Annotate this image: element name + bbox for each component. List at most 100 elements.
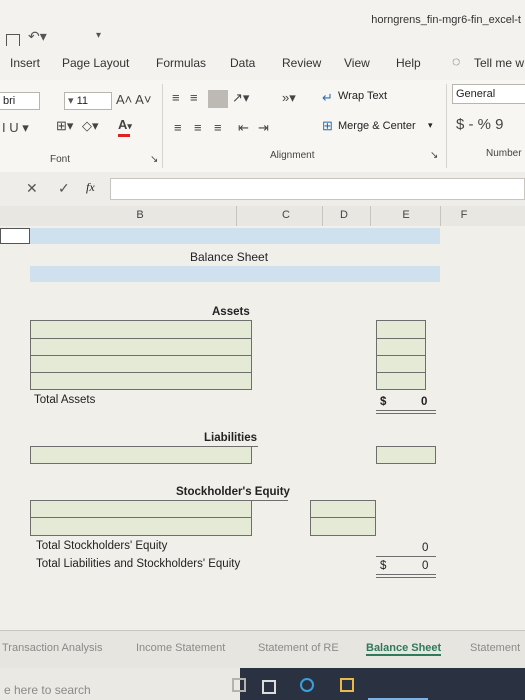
liabilities-amount-block[interactable] xyxy=(376,446,436,464)
grand-total-underline xyxy=(376,574,436,575)
app-icon[interactable] xyxy=(262,680,276,694)
top-align-icon[interactable]: ≡ xyxy=(172,90,180,105)
alignment-dialog-launcher-icon[interactable]: ↘ xyxy=(430,150,438,161)
assets-amount-block[interactable] xyxy=(376,320,426,390)
increase-indent-icon[interactable]: ⇥ xyxy=(258,120,269,136)
font-size-box[interactable]: ▾ 11 xyxy=(64,92,112,110)
wrap-text-button[interactable]: Wrap Text xyxy=(338,90,387,102)
cancel-icon[interactable]: ✕ xyxy=(26,180,38,197)
liabilities-header: Liabilities xyxy=(204,432,258,444)
equity-amount-block[interactable] xyxy=(310,500,376,536)
total-assets-currency: $ xyxy=(380,396,387,408)
windows-taskbar: e here to search xyxy=(0,668,525,700)
quick-access-dropdown-icon[interactable]: ▾ xyxy=(96,30,101,41)
ribbon-tabs: Insert Page Layout Formulas Data Review … xyxy=(0,46,525,81)
file-explorer-icon[interactable] xyxy=(340,678,354,692)
taskbar-search-placeholder: e here to search xyxy=(4,683,91,697)
liabilities-entry-block[interactable] xyxy=(30,446,252,464)
font-color-swatch xyxy=(118,134,130,137)
undo-icon[interactable]: ↶▾ xyxy=(28,28,47,45)
row-line xyxy=(31,517,251,518)
total-liab-equity-value: 0 xyxy=(422,560,429,572)
assets-entry-block[interactable] xyxy=(30,320,252,390)
tab-formulas[interactable]: Formulas xyxy=(156,56,206,70)
column-divider xyxy=(440,206,441,226)
enter-icon[interactable]: ✓ xyxy=(58,180,70,197)
tab-help[interactable]: Help xyxy=(396,56,421,70)
worksheet-grid[interactable]: Balance Sheet Assets Total Assets $ 0 Li… xyxy=(0,226,525,630)
sheet-tab-statement-of-re[interactable]: Statement of RE xyxy=(258,642,339,654)
total-double-underline xyxy=(376,413,436,414)
tab-insert[interactable]: Insert xyxy=(10,56,40,70)
font-dialog-launcher-icon[interactable]: ↘ xyxy=(150,154,158,165)
bottom-align-icon[interactable] xyxy=(208,90,228,108)
orientation-icon[interactable]: ↗▾ xyxy=(232,90,249,106)
row-line xyxy=(311,517,375,518)
wrap-text-icon[interactable]: ↵ xyxy=(322,90,333,106)
borders-icon[interactable]: ⊞▾ xyxy=(56,118,73,134)
edge-browser-icon[interactable] xyxy=(300,678,314,692)
total-assets-value: 0 xyxy=(421,396,428,408)
decrease-indent-icon[interactable]: ⇤ xyxy=(238,120,249,136)
title-bar: ↶▾ ▾ horngrens_fin-mgr6-fin_excel-t xyxy=(0,0,525,48)
fill-color-icon[interactable]: ◇▾ xyxy=(82,118,99,134)
merge-center-icon[interactable]: ⊞ xyxy=(322,118,333,134)
text-direction-icon[interactable]: »▾ xyxy=(282,90,296,106)
column-header-f[interactable]: F xyxy=(444,209,484,221)
formula-input[interactable] xyxy=(110,178,525,200)
merge-center-button[interactable]: Merge & Center xyxy=(338,120,416,132)
sheet-tabs-bar: Transaction Analysis Income Statement St… xyxy=(0,630,525,669)
tab-page-layout[interactable]: Page Layout xyxy=(62,56,129,70)
row-line xyxy=(377,372,425,373)
middle-align-icon[interactable]: ≡ xyxy=(190,90,198,105)
column-header-d[interactable]: D xyxy=(324,209,364,221)
ribbon: bri ▾ 11 A˄ A˅ I U ▾ ⊞▾ ◇▾ A▾ Font ↘ ≡ ≡… xyxy=(0,80,525,173)
total-liab-equity-label: Total Liabilities and Stockholders' Equi… xyxy=(36,558,241,570)
equity-header: Stockholder's Equity xyxy=(176,486,290,498)
italic-underline-controls[interactable]: I U ▾ xyxy=(2,120,29,136)
header-band-bottom xyxy=(30,266,440,282)
function-icon[interactable]: fx xyxy=(86,180,95,195)
balance-sheet-title: Balance Sheet xyxy=(190,250,269,264)
column-divider xyxy=(236,206,237,226)
font-name-box[interactable]: bri xyxy=(0,92,40,110)
selected-cell[interactable] xyxy=(0,228,30,244)
align-left-icon[interactable]: ≡ xyxy=(174,120,182,135)
row-line xyxy=(31,372,251,373)
ribbon-divider xyxy=(446,84,447,168)
tell-me-box[interactable]: Tell me w xyxy=(474,56,524,70)
group-number-label: Number xyxy=(486,148,522,159)
formula-bar: ✕ ✓ fx xyxy=(0,172,525,206)
group-font-label: Font xyxy=(50,154,71,165)
sheet-tab-income-statement[interactable]: Income Statement xyxy=(136,642,225,654)
font-grow-shrink[interactable]: A˄ A˅ xyxy=(116,92,151,107)
sheet-tab-transaction-analysis[interactable]: Transaction Analysis xyxy=(2,642,102,654)
column-divider xyxy=(322,206,323,226)
header-band-top xyxy=(30,228,440,244)
sheet-tab-statement[interactable]: Statement xyxy=(470,642,520,654)
tab-data[interactable]: Data xyxy=(230,56,255,70)
total-assets-label: Total Assets xyxy=(34,394,96,406)
column-divider xyxy=(370,206,371,226)
ribbon-divider xyxy=(162,84,163,168)
sheet-tab-balance-sheet[interactable]: Balance Sheet xyxy=(366,642,442,656)
window-title: horngrens_fin-mgr6-fin_excel-t xyxy=(371,14,521,26)
lightbulb-icon[interactable]: ◌ xyxy=(452,53,460,69)
task-view-icon[interactable] xyxy=(232,678,246,692)
align-center-icon[interactable]: ≡ xyxy=(194,120,202,135)
align-right-icon[interactable]: ≡ xyxy=(214,120,222,135)
tab-review[interactable]: Review xyxy=(282,56,321,70)
total-equity-label: Total Stockholders' Equity xyxy=(36,540,168,552)
equity-entry-block[interactable] xyxy=(30,500,252,536)
column-header-e[interactable]: E xyxy=(386,209,426,221)
currency-percent-controls[interactable]: $ - % 9 xyxy=(456,116,504,133)
merge-dropdown-icon[interactable]: ▾ xyxy=(428,120,433,131)
total-underline xyxy=(376,410,436,411)
tab-view[interactable]: View xyxy=(344,56,370,70)
taskbar-search-box[interactable]: e here to search xyxy=(0,668,240,700)
total-liab-equity-currency: $ xyxy=(380,560,387,572)
column-header-b[interactable]: B xyxy=(120,209,160,221)
column-header-c[interactable]: C xyxy=(266,209,306,221)
number-format-box[interactable]: General xyxy=(452,84,525,104)
font-color-icon[interactable]: A▾ xyxy=(118,117,132,132)
